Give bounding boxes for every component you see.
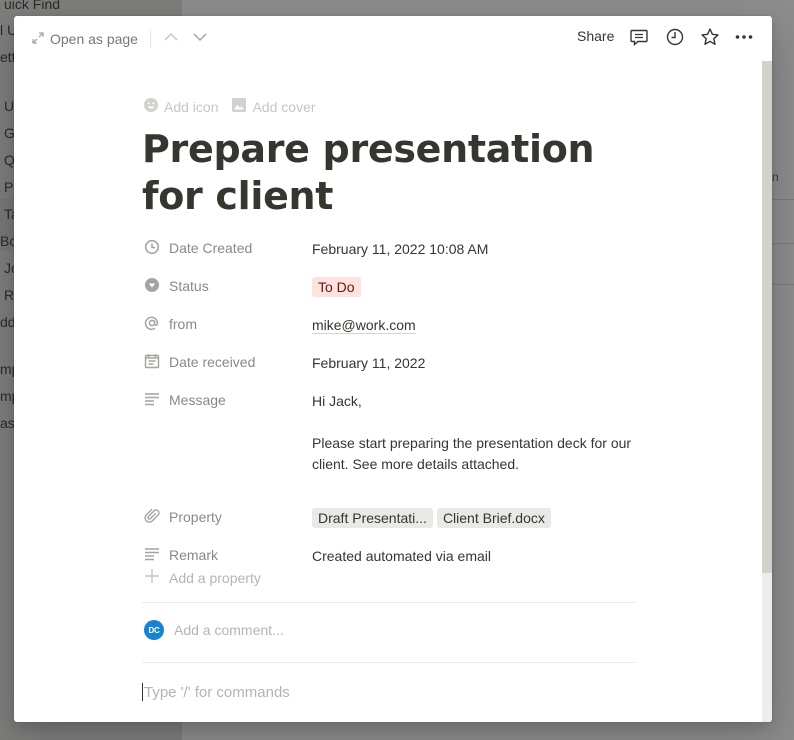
property-name[interactable]: Property: [142, 501, 312, 533]
comments-button[interactable]: [627, 27, 651, 51]
favorite-button[interactable]: [698, 27, 722, 51]
comment-icon: [629, 27, 649, 52]
property-label: from: [169, 316, 197, 332]
property-name[interactable]: Date Created: [142, 232, 312, 264]
property-value[interactable]: To Do: [312, 270, 636, 302]
property-name[interactable]: from: [142, 308, 312, 340]
open-as-page-label: Open as page: [50, 31, 138, 47]
page-peek-modal: Open as page Share Add icon Add cover Pr…: [14, 16, 772, 722]
property-label: Status: [169, 278, 209, 294]
property-value[interactable]: mike@work.com: [312, 308, 636, 340]
modal-topbar: Open as page Share: [14, 16, 772, 61]
property-name[interactable]: Remark: [142, 539, 312, 571]
image-icon: [232, 98, 247, 115]
message-line: Please start preparing the presentation …: [312, 435, 632, 472]
more-icon: [734, 27, 754, 52]
text-icon: [144, 546, 160, 565]
comment-row: DC: [144, 620, 574, 640]
property-date-received: Date received February 11, 2022: [142, 346, 636, 378]
select-icon: [144, 277, 160, 296]
editor-placeholder: Type '/' for commands: [144, 683, 290, 701]
message-line: Hi Jack,: [312, 393, 362, 409]
calendar-icon: [144, 353, 160, 372]
chevron-down-icon: [192, 29, 208, 50]
page-controls: Add icon Add cover: [144, 98, 316, 115]
file-chip[interactable]: Draft Presentati...: [312, 508, 433, 528]
star-icon: [700, 27, 720, 52]
add-cover-label: Add cover: [252, 98, 316, 115]
share-button[interactable]: Share: [577, 28, 614, 44]
property-label: Remark: [169, 547, 219, 563]
property-value[interactable]: February 11, 2022 10:08 AM: [312, 232, 636, 264]
property-name[interactable]: Status: [142, 270, 312, 302]
expand-icon: [32, 31, 44, 47]
divider: [142, 662, 636, 663]
background-text-fragment: n: [772, 170, 779, 184]
property-name[interactable]: Message: [142, 384, 312, 416]
status-badge: To Do: [312, 277, 361, 297]
paperclip-icon: [144, 508, 160, 527]
topbar-divider: [150, 31, 151, 48]
smiley-icon: [144, 98, 158, 115]
email-link[interactable]: mike@work.com: [312, 317, 416, 334]
add-icon-label: Add icon: [164, 98, 219, 115]
property-files: Property Draft Presentati... Client Brief…: [142, 501, 636, 533]
property-value[interactable]: Draft Presentati... Client Brief.docx: [312, 501, 636, 533]
property-message: Message Hi Jack, Please start preparing …: [142, 384, 636, 475]
property-from: from mike@work.com: [142, 308, 636, 340]
add-cover-button[interactable]: Add cover: [232, 98, 316, 115]
property-label: Date received: [169, 354, 256, 370]
property-date-created: Date Created February 11, 2022 10:08 AM: [142, 232, 636, 264]
add-icon-button[interactable]: Add icon: [144, 98, 218, 115]
background-sidebar-item: U: [4, 98, 15, 114]
property-value[interactable]: Created automated via email: [312, 539, 636, 571]
background-sidebar-item: uick Find: [4, 0, 61, 12]
editor-block[interactable]: Type '/' for commands: [142, 683, 290, 701]
avatar: DC: [144, 620, 164, 640]
clock-icon: [665, 27, 685, 52]
property-label: Message: [169, 392, 226, 408]
property-status: Status To Do: [142, 270, 636, 302]
divider: [142, 602, 636, 603]
scrollbar-thumb[interactable]: [762, 61, 772, 573]
clock-icon: [144, 239, 160, 258]
previous-page-button[interactable]: [161, 29, 181, 49]
text-icon: [144, 391, 160, 410]
chevron-up-icon: [163, 29, 179, 50]
property-value[interactable]: Hi Jack, Please start preparing the pres…: [312, 384, 636, 475]
at-icon: [144, 315, 160, 334]
property-name[interactable]: Date received: [142, 346, 312, 378]
add-property-button[interactable]: Add a property: [144, 568, 261, 587]
property-label: Date Created: [169, 240, 253, 256]
page-title[interactable]: Prepare presentation for client: [142, 126, 636, 220]
add-property-label: Add a property: [169, 569, 261, 586]
more-options-button[interactable]: [732, 27, 756, 51]
plus-icon: [144, 568, 160, 587]
comment-input[interactable]: [174, 622, 574, 638]
file-chip[interactable]: Client Brief.docx: [436, 508, 551, 528]
property-value[interactable]: February 11, 2022: [312, 346, 636, 378]
next-page-button[interactable]: [190, 29, 210, 49]
property-label: Property: [169, 509, 222, 525]
text-caret: [142, 683, 143, 701]
property-remark: Remark Created automated via email: [142, 539, 636, 571]
open-as-page-button[interactable]: Open as page: [32, 29, 138, 49]
updates-button[interactable]: [663, 27, 687, 51]
